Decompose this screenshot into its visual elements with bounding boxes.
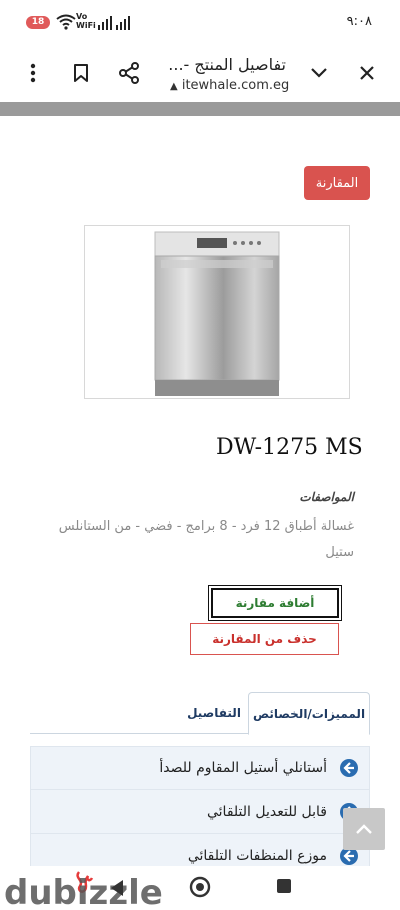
more-vert-icon — [30, 63, 36, 83]
share-icon — [119, 62, 139, 84]
svg-text:dubizzle: dubizzle — [4, 873, 163, 908]
add-to-compare-button[interactable]: أضافة مقارنة — [208, 585, 342, 621]
url-text[interactable]: ▲ itewhale.com.eg — [170, 78, 289, 93]
signal-icon — [98, 16, 130, 30]
specs-heading: المواصفات — [299, 490, 354, 504]
feature-text: قابل للتعديل التلقائي — [206, 803, 327, 820]
status-bar: 18 Vo WiFi ٩:٠٨ — [0, 0, 400, 46]
site-header-bar — [0, 102, 400, 116]
volte-label: Vo — [76, 12, 88, 21]
browser-toolbar: تفاصيل المنتج -... ▲ itewhale.com.eg — [0, 46, 400, 102]
bookmark-button[interactable] — [64, 56, 98, 90]
wifi-calling-label: WiFi — [76, 21, 96, 30]
chevron-down-icon — [311, 68, 327, 78]
status-clock: ٩:٠٨ — [346, 14, 372, 29]
menu-button[interactable] — [16, 56, 50, 90]
home-icon[interactable] — [189, 876, 211, 898]
dubizzle-logo: dubizzle — [4, 871, 163, 908]
close-button[interactable] — [350, 56, 384, 90]
collapse-button[interactable] — [302, 56, 336, 90]
feature-list: أستانلي أستيل المقاوم للصدأ قابل للتعديل… — [30, 746, 370, 878]
bookmark-icon — [74, 64, 88, 82]
recents-icon[interactable] — [276, 878, 292, 894]
list-item: أستانلي أستيل المقاوم للصدأ — [30, 746, 370, 790]
info-icon: ▲ — [170, 81, 178, 92]
url-label: itewhale.com.eg — [181, 78, 290, 93]
close-icon — [360, 66, 374, 80]
volte-indicator: Vo WiFi — [76, 12, 96, 30]
specs-description: غسالة أطباق 12 فرد - 8 برامج - فضي - من … — [58, 519, 354, 560]
compare-button[interactable]: المقارنة — [304, 166, 370, 200]
chevron-up-icon — [356, 824, 372, 834]
wifi-icon — [56, 14, 76, 30]
remove-from-compare-button[interactable]: حذف من المقارنة — [190, 623, 339, 655]
product-image — [84, 225, 350, 399]
tab-details[interactable]: التفاصيل — [180, 692, 248, 734]
product-model: DW-1275 MS — [216, 435, 363, 460]
feature-text: موزع المنظفات التلقائي — [187, 847, 327, 864]
tab-features[interactable]: المميزات/الخصائص — [248, 692, 370, 735]
product-tabs: المميزات/الخصائص التفاصيل — [30, 692, 370, 735]
arrow-circle-icon — [340, 759, 358, 777]
system-nav-bar: dubizzle — [0, 866, 400, 910]
back-icon[interactable] — [108, 878, 126, 898]
list-item: قابل للتعديل التلقائي — [30, 790, 370, 834]
notification-badge: 18 — [26, 16, 50, 29]
feature-text: أستانلي أستيل المقاوم للصدأ — [159, 760, 327, 776]
share-button[interactable] — [112, 56, 146, 90]
page-title: تفاصيل المنتج -... — [168, 55, 286, 74]
scroll-to-top-button[interactable] — [343, 808, 385, 850]
dishwasher-image — [154, 231, 280, 396]
